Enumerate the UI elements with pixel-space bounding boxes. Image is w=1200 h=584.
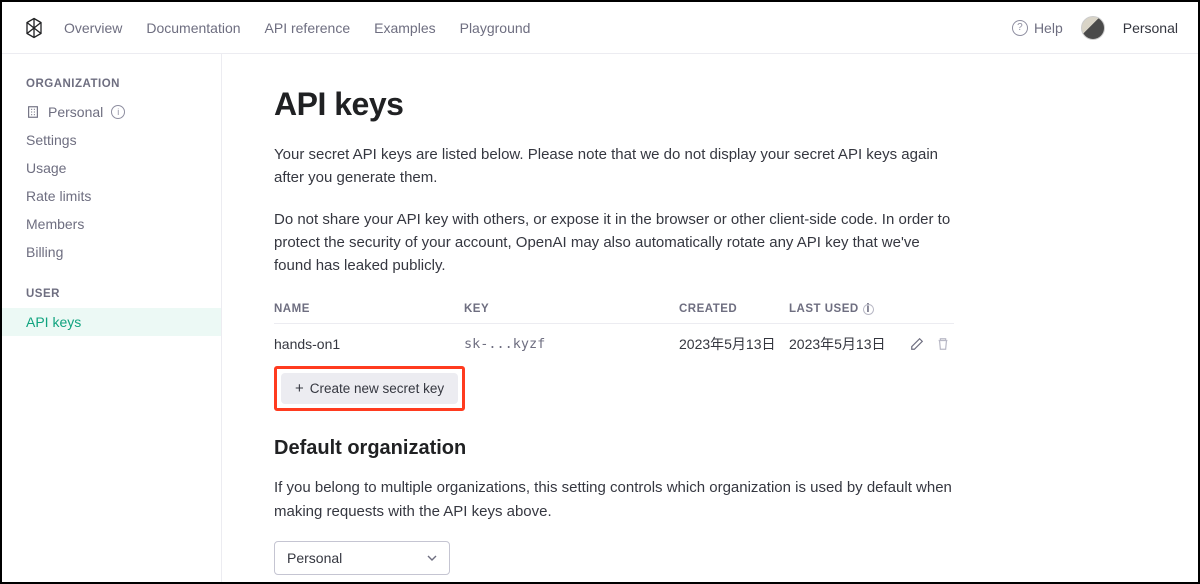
col-last-used-label: LAST USED [789, 303, 859, 315]
topnav-right: ? Help Personal [1012, 16, 1178, 40]
sidebar-item-label: Personal [48, 104, 103, 120]
default-org-heading: Default organization [274, 437, 1146, 460]
cell-key: sk-...kyzf [464, 336, 679, 352]
table-row: hands-on1 sk-...kyzf 2023年5月13日 2023年5月1… [274, 324, 954, 364]
shell: ORGANIZATION Personal i Settings Usage R… [2, 54, 1198, 582]
nav-api-reference[interactable]: API reference [265, 20, 351, 36]
sidebar-org-heading: ORGANIZATION [2, 78, 221, 98]
help-label: Help [1034, 20, 1063, 36]
building-icon [26, 105, 40, 119]
sidebar-item-usage[interactable]: Usage [2, 154, 221, 182]
sidebar-item-settings[interactable]: Settings [2, 126, 221, 154]
col-name: NAME [274, 303, 464, 315]
default-org-select[interactable]: Personal [274, 541, 450, 575]
col-key: KEY [464, 303, 679, 315]
avatar[interactable] [1081, 16, 1105, 40]
topnav: Overview Documentation API reference Exa… [2, 2, 1198, 54]
page-title: API keys [274, 86, 1146, 123]
table-header: NAME KEY CREATED LAST USED i [274, 295, 954, 324]
sidebar-item-label: Settings [26, 132, 77, 148]
cell-created: 2023年5月13日 [679, 334, 789, 354]
openai-logo-icon [22, 16, 46, 40]
delete-icon[interactable] [936, 337, 950, 351]
create-button-highlight: + Create new secret key [274, 366, 465, 411]
col-last-used: LAST USED i [789, 303, 899, 315]
sidebar-item-rate-limits[interactable]: Rate limits [2, 182, 221, 210]
nav-overview[interactable]: Overview [64, 20, 122, 36]
info-icon: i [863, 304, 874, 315]
intro-paragraph-1: Your secret API keys are listed below. P… [274, 143, 954, 190]
cell-name: hands-on1 [274, 336, 464, 352]
sidebar-item-label: Rate limits [26, 188, 91, 204]
nav-documentation[interactable]: Documentation [146, 20, 240, 36]
create-button-label: Create new secret key [310, 381, 444, 396]
sidebar-item-members[interactable]: Members [2, 210, 221, 238]
sidebar-item-label: Billing [26, 244, 63, 260]
select-value: Personal [287, 550, 342, 566]
intro-paragraph-2: Do not share your API key with others, o… [274, 208, 954, 278]
nav-examples[interactable]: Examples [374, 20, 435, 36]
sidebar-item-label: Usage [26, 160, 66, 176]
edit-icon[interactable] [910, 337, 924, 351]
info-icon: i [111, 105, 125, 119]
cell-last-used: 2023年5月13日 [789, 334, 899, 354]
sidebar-item-label: API keys [26, 314, 81, 330]
sidebar-item-label: Members [26, 216, 84, 232]
api-keys-table: NAME KEY CREATED LAST USED i hands-on1 sk… [274, 295, 954, 364]
row-actions [899, 337, 954, 351]
main: API keys Your secret API keys are listed… [222, 54, 1198, 582]
sidebar-item-billing[interactable]: Billing [2, 238, 221, 266]
sidebar-org-section: ORGANIZATION Personal i Settings Usage R… [2, 78, 221, 266]
help-icon: ? [1012, 20, 1028, 36]
sidebar-item-personal[interactable]: Personal i [2, 98, 221, 126]
topnav-links: Overview Documentation API reference Exa… [64, 20, 530, 36]
default-org-text: If you belong to multiple organizations,… [274, 476, 954, 523]
plus-icon: + [295, 381, 304, 396]
sidebar: ORGANIZATION Personal i Settings Usage R… [2, 54, 222, 582]
help-link[interactable]: ? Help [1012, 20, 1063, 36]
sidebar-user-heading: USER [2, 288, 221, 308]
create-secret-key-button[interactable]: + Create new secret key [281, 373, 458, 404]
sidebar-user-section: USER API keys [2, 288, 221, 336]
nav-playground[interactable]: Playground [460, 20, 531, 36]
col-created: CREATED [679, 303, 789, 315]
sidebar-item-api-keys[interactable]: API keys [2, 308, 221, 336]
chevron-down-icon [427, 553, 437, 563]
account-menu[interactable]: Personal [1123, 20, 1178, 36]
